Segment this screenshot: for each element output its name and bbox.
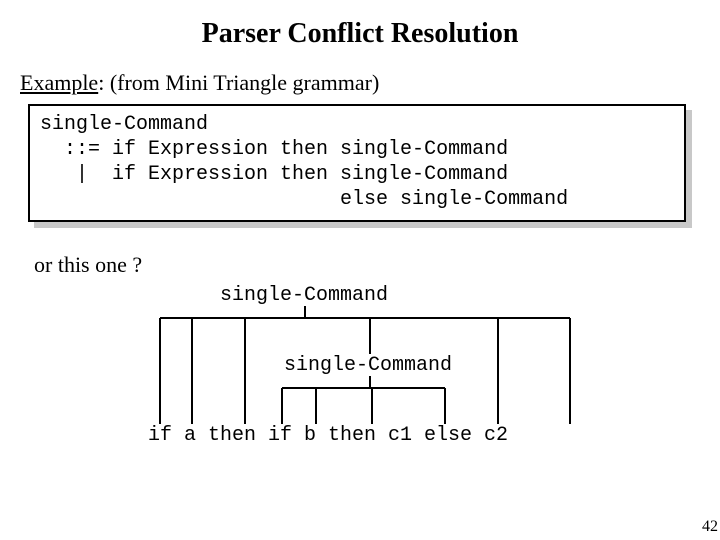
example-line: Example: (from Mini Triangle grammar) bbox=[20, 70, 700, 96]
tree-lines bbox=[20, 284, 720, 454]
grammar-box: single-Command ::= if Expression then si… bbox=[28, 104, 686, 222]
slide-title: Parser Conflict Resolution bbox=[20, 18, 700, 50]
or-this-one: or this one ? bbox=[34, 252, 700, 278]
page-number: 42 bbox=[702, 518, 718, 536]
example-source: : (from Mini Triangle grammar) bbox=[98, 70, 379, 95]
example-label: Example bbox=[20, 70, 98, 95]
grammar-definition: single-Command ::= if Expression then si… bbox=[28, 104, 686, 222]
parse-tree: single-Command single-Command if a then … bbox=[20, 284, 700, 449]
